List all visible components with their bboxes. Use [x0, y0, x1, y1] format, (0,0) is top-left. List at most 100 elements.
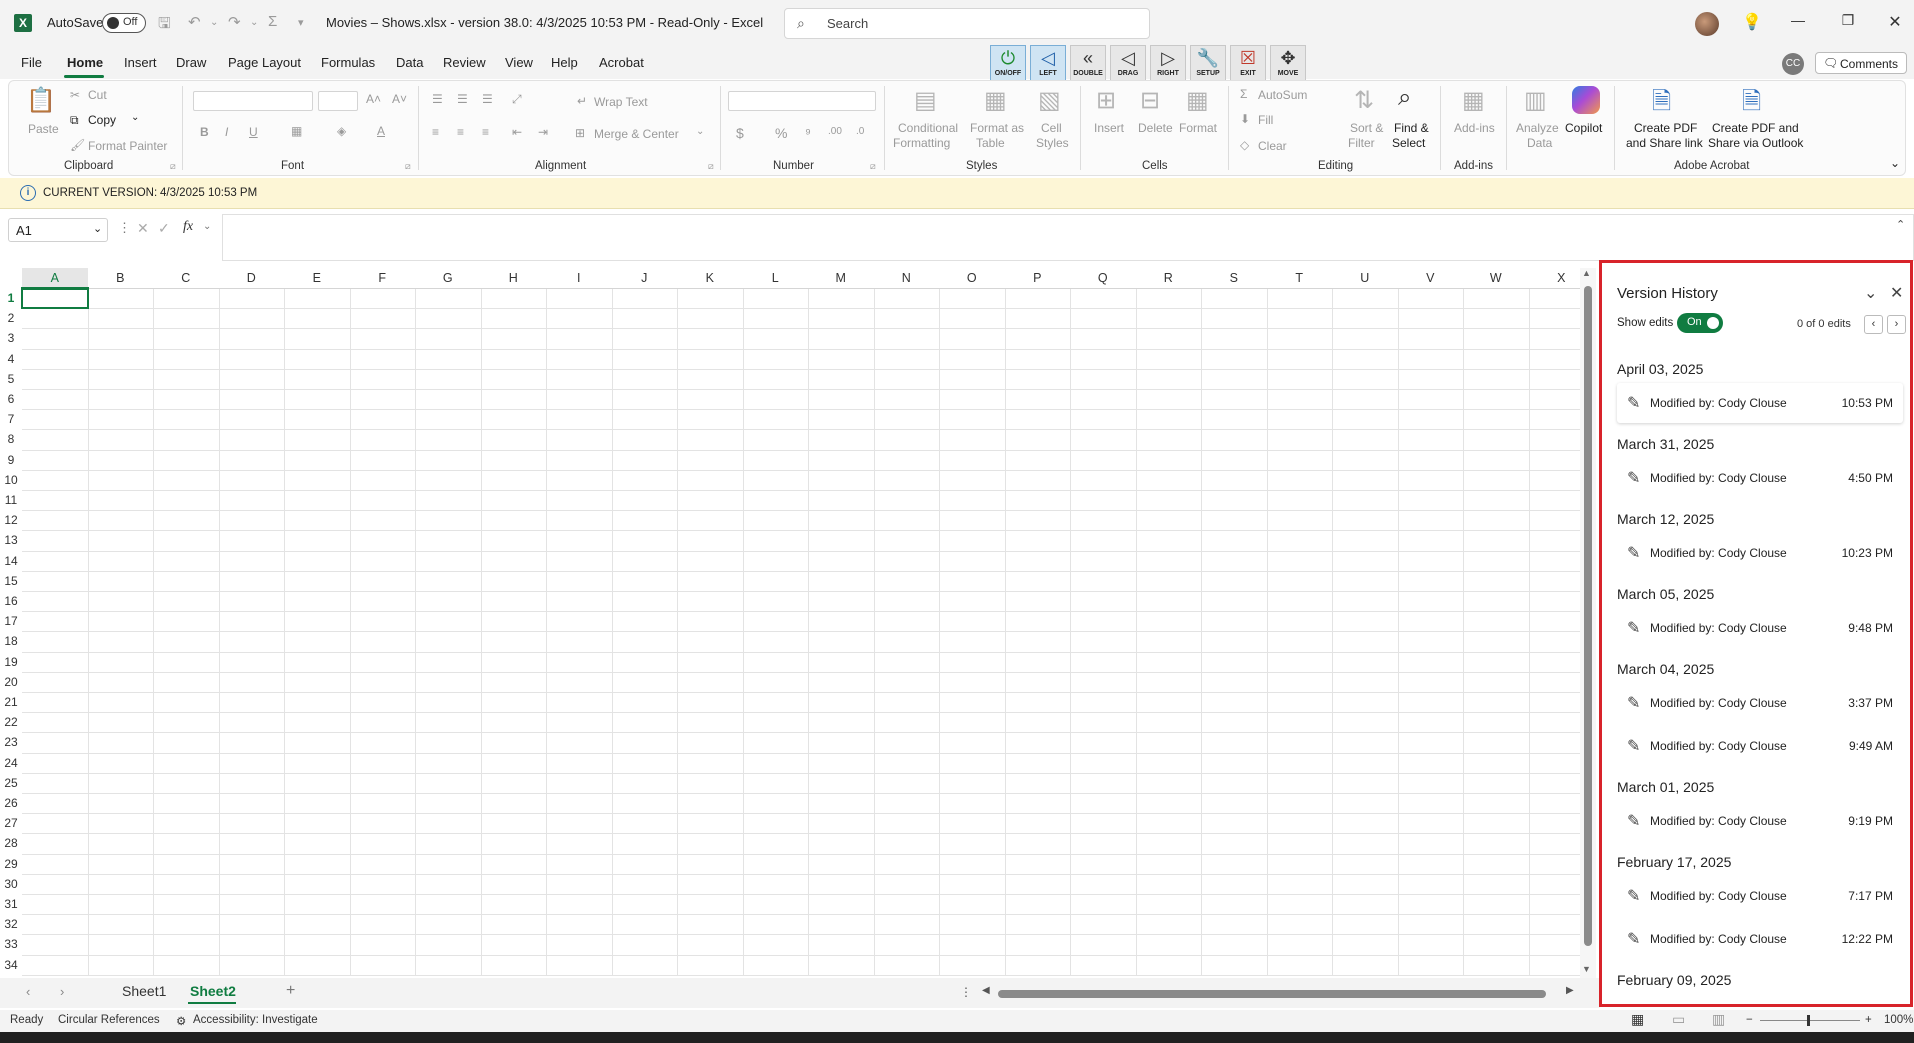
align-right-icon[interactable]: ≡ [482, 125, 489, 139]
cell-styles-icon[interactable]: ▧ [1038, 86, 1061, 115]
tab-insert[interactable]: Insert [124, 55, 157, 70]
bold-icon[interactable]: B [200, 125, 209, 139]
column-header[interactable]: B [87, 268, 153, 289]
conditional-formatting-icon[interactable]: ▤ [914, 86, 937, 115]
align-bottom-icon[interactable]: ☰ [482, 92, 493, 106]
column-header[interactable]: P [1004, 268, 1070, 289]
row-header[interactable]: 19 [0, 655, 22, 669]
tab-file[interactable]: File [21, 55, 42, 70]
move-button[interactable]: ✥ MOVE [1270, 45, 1306, 85]
redo-icon[interactable]: ↷ [228, 13, 241, 31]
column-header[interactable]: S [1201, 268, 1267, 289]
exit-button[interactable]: ☒ EXIT [1230, 45, 1266, 85]
prev-sheet-icon[interactable]: ‹ [26, 984, 30, 999]
row-header[interactable]: 33 [0, 937, 22, 951]
collapse-ribbon-icon[interactable]: ⌄ [1890, 156, 1900, 170]
onoff-button[interactable]: ⏻ ON/OFF [990, 45, 1026, 85]
paste-label[interactable]: Paste [28, 122, 59, 136]
column-header[interactable]: Q [1070, 268, 1136, 289]
conditional-label[interactable]: Conditional [898, 121, 958, 135]
sort-filter-icon[interactable]: ⇅ [1354, 86, 1374, 115]
decrease-indent-icon[interactable]: ⇤ [512, 125, 522, 139]
column-header[interactable]: D [218, 268, 284, 289]
version-entry[interactable]: ✎ Modified by: Cody Clouse 4:50 PM [1617, 458, 1903, 498]
tab-page-layout[interactable]: Page Layout [228, 55, 301, 70]
tab-home[interactable]: Home [67, 55, 103, 70]
pdf-share-label-2[interactable]: and Share link [1626, 136, 1703, 150]
row-header[interactable]: 4 [0, 352, 22, 366]
align-center-icon[interactable]: ≡ [457, 125, 464, 139]
underline-icon[interactable]: U [249, 125, 258, 139]
row-header[interactable]: 11 [0, 493, 22, 507]
tab-view[interactable]: View [505, 55, 533, 70]
filter-label[interactable]: Filter [1348, 136, 1375, 150]
double-button[interactable]: « DOUBLE [1070, 45, 1106, 85]
create-pdf-outlook-icon[interactable]: 🗎 [1742, 84, 1761, 125]
row-header[interactable]: 25 [0, 776, 22, 790]
font-color-icon[interactable]: A [377, 124, 385, 138]
row-header[interactable]: 30 [0, 877, 22, 891]
grow-font-icon[interactable]: A˄ [366, 92, 381, 106]
data-label[interactable]: Data [1527, 136, 1552, 150]
cut-label[interactable]: Cut [88, 88, 107, 102]
row-header[interactable]: 3 [0, 331, 22, 345]
column-header[interactable]: V [1397, 268, 1463, 289]
fill-label[interactable]: Fill [1258, 113, 1273, 127]
copilot-icon[interactable] [1572, 86, 1600, 114]
comments-button[interactable]: 🗨 Comments [1815, 52, 1907, 74]
alignment-launcher-icon[interactable]: ⧄ [708, 161, 714, 172]
undo-icon[interactable]: ↶ [188, 13, 201, 31]
insert-cells-label[interactable]: Insert [1094, 121, 1124, 135]
comma-icon[interactable]: ⁹ [805, 125, 811, 141]
tab-review[interactable]: Review [443, 55, 486, 70]
format-painter-label[interactable]: Format Painter [88, 139, 167, 153]
column-header[interactable]: N [873, 268, 939, 289]
styles-label[interactable]: Styles [1036, 136, 1069, 150]
column-header[interactable]: K [677, 268, 743, 289]
row-header[interactable]: 13 [0, 533, 22, 547]
scroll-down-icon[interactable]: ▼ [1582, 964, 1591, 974]
font-name-dropdown[interactable] [193, 91, 313, 111]
enter-entry-icon[interactable]: ✓ [158, 220, 170, 237]
delete-cells-label[interactable]: Delete [1138, 121, 1173, 135]
normal-view-icon[interactable]: ▦ [1631, 1011, 1644, 1028]
row-header[interactable]: 22 [0, 715, 22, 729]
align-top-icon[interactable]: ☰ [432, 92, 443, 106]
column-header[interactable]: H [480, 268, 546, 289]
zoom-level[interactable]: 100% [1884, 1014, 1913, 1026]
analyze-label[interactable]: Analyze [1516, 121, 1559, 135]
number-format-dropdown[interactable] [728, 91, 876, 111]
format-cells-label[interactable]: Format [1179, 121, 1217, 135]
page-layout-view-icon[interactable]: ▭ [1672, 1011, 1685, 1028]
row-header[interactable]: 28 [0, 836, 22, 850]
format-as-table-icon[interactable]: ▦ [984, 86, 1007, 115]
close-window-icon[interactable]: ✕ [1880, 12, 1910, 32]
sheet-tab-sheet1[interactable]: Sheet1 [122, 983, 166, 999]
left-button[interactable]: ◁ LEFT [1030, 45, 1066, 85]
row-header[interactable]: 6 [0, 392, 22, 406]
italic-icon[interactable]: I [225, 125, 228, 139]
save-icon[interactable]: 🖫 [158, 13, 171, 38]
page-break-view-icon[interactable]: ▥ [1712, 1011, 1725, 1028]
row-header[interactable]: 31 [0, 897, 22, 911]
copy-icon[interactable]: ⧉ [70, 113, 79, 128]
row-header[interactable]: 32 [0, 917, 22, 931]
zoom-out-icon[interactable]: − [1746, 1014, 1753, 1026]
selected-cell[interactable] [21, 287, 89, 310]
zoom-slider[interactable] [1760, 1020, 1860, 1021]
row-header[interactable]: 34 [0, 958, 22, 972]
delete-cells-icon[interactable]: ⊟ [1140, 86, 1160, 115]
row-header[interactable]: 8 [0, 432, 22, 446]
pdf-outlook-label-2[interactable]: Share via Outlook [1708, 136, 1803, 150]
column-header[interactable]: L [742, 268, 808, 289]
version-entry[interactable]: ✎ Modified by: Cody Clouse 9:49 AM [1617, 726, 1903, 766]
column-header[interactable]: M [808, 268, 874, 289]
pdf-share-label-1[interactable]: Create PDF [1634, 121, 1697, 135]
select-label[interactable]: Select [1392, 136, 1425, 150]
row-header[interactable]: 7 [0, 412, 22, 426]
increase-decimal-icon[interactable]: .00 [828, 126, 842, 137]
row-header[interactable]: 23 [0, 735, 22, 749]
version-entry[interactable]: ✎ Modified by: Cody Clouse 10:53 PM [1617, 383, 1903, 423]
number-launcher-icon[interactable]: ⧄ [870, 161, 876, 172]
align-left-icon[interactable]: ≡ [432, 125, 439, 139]
